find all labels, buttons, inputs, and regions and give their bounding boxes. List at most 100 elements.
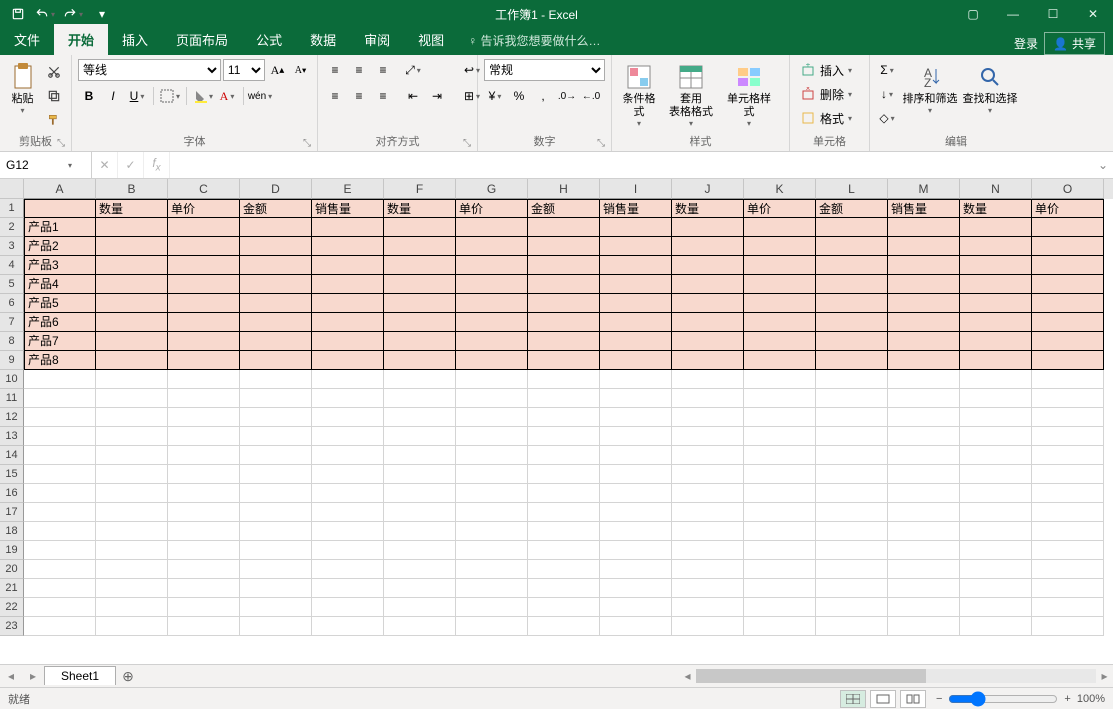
cell[interactable] xyxy=(24,522,96,541)
cell[interactable] xyxy=(528,218,600,237)
cell[interactable] xyxy=(816,541,888,560)
cell[interactable] xyxy=(600,503,672,522)
cell[interactable] xyxy=(960,237,1032,256)
cell[interactable] xyxy=(816,522,888,541)
view-normal-button[interactable] xyxy=(840,690,866,708)
share-button[interactable]: 👤 共享 xyxy=(1044,32,1105,55)
cell[interactable] xyxy=(960,389,1032,408)
cell[interactable] xyxy=(744,427,816,446)
cell[interactable] xyxy=(240,256,312,275)
login-link[interactable]: 登录 xyxy=(1014,35,1038,52)
row-header[interactable]: 6 xyxy=(0,294,24,313)
row-header[interactable]: 12 xyxy=(0,408,24,427)
cell[interactable] xyxy=(744,598,816,617)
cell[interactable] xyxy=(456,446,528,465)
cell[interactable] xyxy=(600,294,672,313)
cell[interactable] xyxy=(600,389,672,408)
tab-公式[interactable]: 公式 xyxy=(242,24,296,55)
align-right-button[interactable]: ≡ xyxy=(372,85,394,107)
cell[interactable] xyxy=(744,579,816,598)
cell[interactable] xyxy=(1032,256,1104,275)
cell[interactable] xyxy=(960,617,1032,636)
cell[interactable] xyxy=(168,256,240,275)
cell[interactable] xyxy=(24,427,96,446)
cell[interactable] xyxy=(96,522,168,541)
cell[interactable] xyxy=(960,446,1032,465)
col-header[interactable]: I xyxy=(600,179,672,199)
cell[interactable] xyxy=(384,598,456,617)
cell[interactable] xyxy=(816,617,888,636)
cell[interactable] xyxy=(960,484,1032,503)
cell[interactable] xyxy=(888,503,960,522)
tab-file[interactable]: 文件 xyxy=(0,24,54,55)
cell[interactable] xyxy=(528,446,600,465)
cell[interactable] xyxy=(456,218,528,237)
cell[interactable] xyxy=(744,522,816,541)
cell[interactable] xyxy=(816,237,888,256)
row-header[interactable]: 1 xyxy=(0,199,24,218)
enter-formula-icon[interactable]: ✓ xyxy=(118,152,144,178)
fill-button[interactable]: ↓ xyxy=(876,83,898,105)
cell[interactable] xyxy=(456,237,528,256)
cell[interactable] xyxy=(312,598,384,617)
cell[interactable] xyxy=(312,237,384,256)
row-header[interactable]: 22 xyxy=(0,598,24,617)
paste-button[interactable]: 粘贴 ▾ xyxy=(6,59,39,115)
cell[interactable] xyxy=(816,332,888,351)
cell[interactable] xyxy=(600,332,672,351)
cell[interactable] xyxy=(600,617,672,636)
decrease-decimal-button[interactable]: ←.0 xyxy=(580,85,602,107)
cell[interactable] xyxy=(888,389,960,408)
format-painter-button[interactable] xyxy=(43,109,65,131)
cell[interactable] xyxy=(312,541,384,560)
cell[interactable] xyxy=(888,598,960,617)
cell[interactable] xyxy=(888,370,960,389)
cell[interactable] xyxy=(456,617,528,636)
cell[interactable] xyxy=(96,560,168,579)
cell[interactable] xyxy=(456,294,528,313)
cell[interactable] xyxy=(24,503,96,522)
cell[interactable] xyxy=(1032,541,1104,560)
increase-indent-button[interactable]: ⇥ xyxy=(426,85,448,107)
delete-cells-button[interactable]: ×删除▾ xyxy=(796,83,859,105)
cell[interactable] xyxy=(96,465,168,484)
cell[interactable] xyxy=(528,579,600,598)
cell[interactable] xyxy=(888,484,960,503)
col-header[interactable]: B xyxy=(96,179,168,199)
cell[interactable] xyxy=(384,389,456,408)
cell[interactable] xyxy=(312,560,384,579)
minimize-button[interactable]: — xyxy=(993,0,1033,28)
cell[interactable] xyxy=(456,427,528,446)
cell[interactable]: 单价 xyxy=(1032,199,1104,218)
insert-cells-button[interactable]: +插入▾ xyxy=(796,59,859,81)
cell[interactable] xyxy=(744,465,816,484)
cell[interactable] xyxy=(384,522,456,541)
cell[interactable] xyxy=(960,598,1032,617)
cell[interactable] xyxy=(96,446,168,465)
cell[interactable] xyxy=(312,256,384,275)
expand-formula-bar-icon[interactable]: ⌄ xyxy=(1093,158,1113,172)
cell[interactable]: 销售量 xyxy=(888,199,960,218)
cell[interactable] xyxy=(312,522,384,541)
cell[interactable] xyxy=(816,218,888,237)
cell[interactable] xyxy=(96,389,168,408)
sheet-nav-prev[interactable]: ◂ xyxy=(0,669,22,683)
cell[interactable] xyxy=(960,560,1032,579)
row-header[interactable]: 7 xyxy=(0,313,24,332)
cell[interactable] xyxy=(600,408,672,427)
font-family-select[interactable]: 等线 xyxy=(78,59,221,81)
align-bottom-button[interactable]: ≡ xyxy=(372,59,394,81)
cell[interactable] xyxy=(96,237,168,256)
font-dialog-icon[interactable]: ⤡ xyxy=(303,138,311,149)
cell[interactable] xyxy=(1032,408,1104,427)
cell[interactable] xyxy=(672,313,744,332)
cell[interactable] xyxy=(384,503,456,522)
cell[interactable] xyxy=(168,218,240,237)
cell[interactable]: 产品8 xyxy=(24,351,96,370)
cell[interactable] xyxy=(312,408,384,427)
cell[interactable] xyxy=(744,237,816,256)
cell[interactable] xyxy=(744,294,816,313)
cell[interactable] xyxy=(24,408,96,427)
cell[interactable] xyxy=(96,503,168,522)
add-sheet-button[interactable]: ⊕ xyxy=(116,668,140,685)
